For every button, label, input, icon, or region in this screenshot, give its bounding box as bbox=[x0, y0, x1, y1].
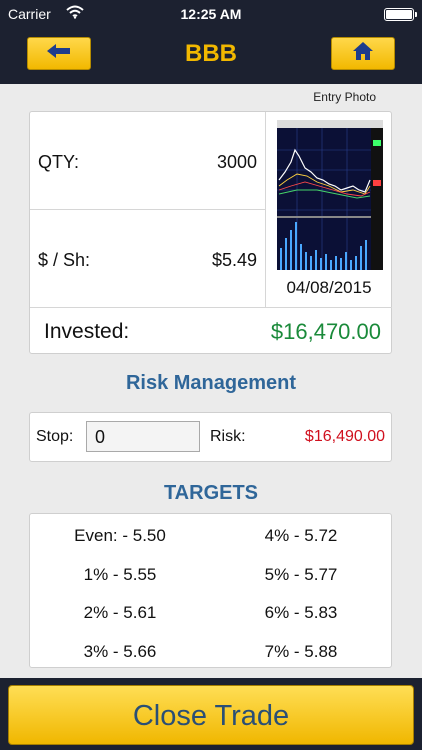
status-bar: Carrier 12:25 AM bbox=[0, 0, 422, 28]
price-label: $ / Sh: bbox=[38, 250, 91, 270]
risk-management-title: Risk Management bbox=[125, 372, 297, 394]
stop-input[interactable]: 0 bbox=[86, 421, 200, 452]
price-value: $5.49 bbox=[211, 250, 257, 270]
stop-label: Stop: bbox=[36, 428, 74, 445]
target-item: 6% - 5.83 bbox=[264, 603, 338, 622]
bottom-bar: Close Trade bbox=[0, 678, 422, 750]
risk-card: Stop: 0 Risk: $16,490.00 bbox=[29, 412, 392, 462]
target-item: 4% - 5.72 bbox=[264, 526, 338, 545]
targets-card: Even: - 5.50 4% - 5.72 1% - 5.55 5% - 5.… bbox=[29, 513, 392, 668]
target-item: 1% - 5.55 bbox=[83, 565, 157, 584]
home-icon bbox=[352, 41, 374, 66]
qty-value: 3000 bbox=[216, 152, 257, 172]
qty-label: QTY: bbox=[38, 152, 80, 172]
close-trade-button[interactable]: Close Trade bbox=[8, 685, 414, 745]
entry-photo-pane: 04/08/2015 bbox=[265, 112, 392, 308]
nav-bar: BBB bbox=[0, 28, 422, 84]
entry-photo-label: Entry Photo bbox=[313, 90, 376, 104]
entry-photo-thumbnail[interactable] bbox=[277, 120, 383, 270]
invested-label: Invested: bbox=[44, 320, 130, 343]
entry-photo-date: 04/08/2015 bbox=[286, 278, 372, 297]
targets-title: TARGETS bbox=[163, 482, 259, 504]
home-button[interactable] bbox=[331, 37, 395, 70]
target-item: 2% - 5.61 bbox=[83, 603, 157, 622]
target-item: 5% - 5.77 bbox=[264, 565, 338, 584]
risk-label: Risk: bbox=[210, 428, 246, 445]
battery-icon bbox=[384, 8, 417, 21]
position-card: QTY: 3000 $ / Sh: $5.49 04/08/2015 Inves… bbox=[29, 111, 392, 354]
invested-value: $16,470.00 bbox=[270, 319, 381, 344]
price-row: $ / Sh: $5.49 bbox=[30, 210, 265, 308]
qty-row: QTY: 3000 bbox=[30, 112, 265, 210]
invested-row: Invested: $16,470.00 bbox=[30, 308, 391, 354]
target-item: 3% - 5.66 bbox=[83, 642, 157, 661]
target-item: 7% - 5.88 bbox=[264, 642, 338, 661]
target-item: Even: - 5.50 bbox=[74, 526, 166, 545]
risk-value: $16,490.00 bbox=[304, 428, 385, 445]
clock: 12:25 AM bbox=[180, 6, 242, 22]
